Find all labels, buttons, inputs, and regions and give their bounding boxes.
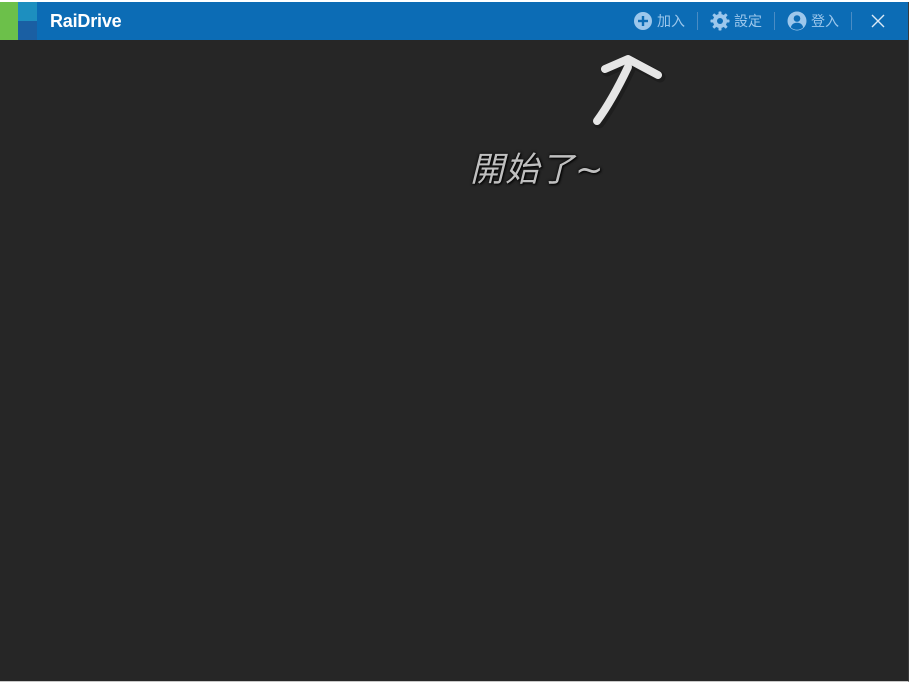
close-button[interactable] — [852, 2, 908, 40]
settings-button-label: 設定 — [734, 14, 762, 30]
raidrive-logo-icon — [0, 2, 37, 40]
app-window: RaiDrive 加入 設定 登入 開始了~ — [0, 2, 909, 682]
gear-icon — [710, 11, 730, 31]
user-circle-icon — [787, 11, 807, 31]
settings-button[interactable]: 設定 — [698, 2, 774, 40]
annotation-arrow-icon — [593, 55, 666, 129]
login-button[interactable]: 登入 — [775, 2, 851, 40]
annotation-text: 開始了~ — [470, 150, 605, 190]
close-icon — [868, 11, 888, 31]
app-title: RaiDrive — [50, 11, 122, 31]
toolbar: 加入 設定 登入 — [621, 2, 908, 40]
title-bar[interactable]: RaiDrive 加入 設定 登入 — [0, 2, 908, 40]
add-button[interactable]: 加入 — [621, 2, 697, 40]
login-button-label: 登入 — [811, 14, 839, 30]
plus-circle-icon — [633, 11, 653, 31]
add-button-label: 加入 — [657, 14, 685, 30]
